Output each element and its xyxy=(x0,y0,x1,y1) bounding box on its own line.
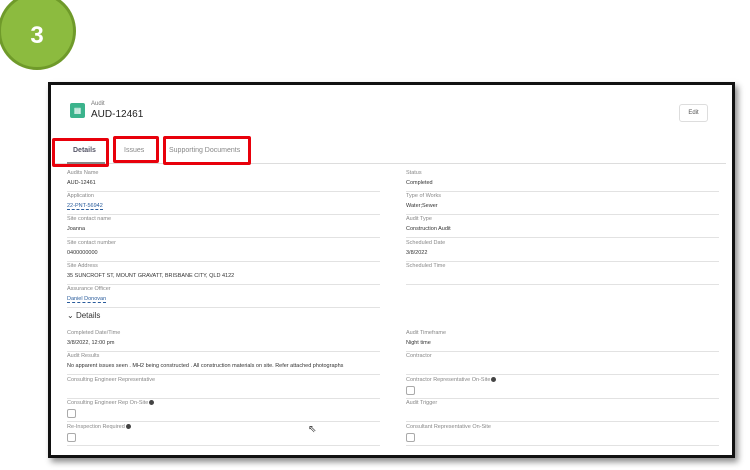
field-value: 0400000000 xyxy=(67,249,98,256)
field-label: Audit Trigger xyxy=(406,400,437,406)
field-label-text: Scheduled Time xyxy=(406,262,446,269)
field-label-text: Consulting Engineer Representative xyxy=(67,376,156,383)
field-re-inspection-required: Re-Inspection Required xyxy=(67,422,380,446)
audit-icon: ▦ xyxy=(70,103,85,118)
field-label-text: Site contact name xyxy=(67,216,112,223)
field-label: Scheduled Date xyxy=(406,240,445,246)
record-title: AUD-12461 xyxy=(91,109,144,120)
field-label-text: Contractor xyxy=(406,353,432,360)
field-value: Water;Sewer xyxy=(406,203,438,210)
info-icon[interactable] xyxy=(125,423,131,429)
field-label-text: Contractor Representative On-Site xyxy=(406,376,491,383)
field-audit-results: Audit Results No apparent issues seen . M… xyxy=(67,351,380,376)
field-value: Joanna xyxy=(67,226,86,233)
field-scheduled-time: Scheduled Time xyxy=(406,261,719,285)
field-value: 3/8/2022 xyxy=(406,249,428,256)
checkbox[interactable] xyxy=(67,432,76,442)
field-value[interactable]: Daniel Donovan xyxy=(67,296,107,303)
field-label-text: Audit Type xyxy=(406,216,432,223)
field-label: Audits Name xyxy=(67,170,99,176)
field-label: Scheduled Time xyxy=(406,263,445,269)
field-label: Re-Inspection Required xyxy=(67,424,131,430)
field-assurance-officer: Assurance Officer Daniel Donovan xyxy=(67,284,380,308)
field-consultant-representative-on-site: Consultant Representative On-Site xyxy=(406,422,719,446)
field-label: Audit Type xyxy=(406,216,432,222)
mouse-cursor-icon: ⇖ xyxy=(308,424,317,435)
step-badge: 3 xyxy=(0,0,76,70)
field-value[interactable]: 22-PNT-56942 xyxy=(67,203,103,211)
field-consulting-engineer-representative: Consulting Engineer Representative xyxy=(67,375,380,399)
field-contractor: Contractor xyxy=(406,351,719,376)
field-label: Consulting Engineer Rep On-Site xyxy=(67,400,155,407)
field-consulting-engineer-rep-on-site: Consulting Engineer Rep On-Site xyxy=(67,398,380,423)
details-section-header[interactable]: ⌄ Details xyxy=(67,311,100,320)
field-label-text: Site Address xyxy=(67,262,98,269)
field-label-text: Status xyxy=(406,170,422,176)
field-label-text: Audit Results xyxy=(67,353,100,360)
field-label-text: Type of Works xyxy=(406,193,442,200)
field-label: Site contact name xyxy=(67,216,111,222)
highlight-supporting-documents xyxy=(163,136,251,165)
field-label: Status xyxy=(406,170,422,176)
field-label: Contractor Representative On-Site xyxy=(406,376,497,383)
field-label: Type of Works xyxy=(406,193,441,199)
field-label: Assurance Officer xyxy=(67,286,111,292)
highlight-issues xyxy=(113,136,159,163)
record-page: ▦ Audit AUD-12461 Edit Details Issues Su… xyxy=(48,82,735,458)
edit-button[interactable]: Edit xyxy=(679,104,708,122)
field-application: Application 22-PNT-56942 xyxy=(67,191,380,216)
field-label-text: Audit Trigger xyxy=(406,400,438,407)
field-label-text: Consulting Engineer Rep On-Site xyxy=(67,400,149,407)
chevron-down-icon: ⌄ xyxy=(67,311,74,320)
checkbox[interactable] xyxy=(406,432,415,442)
field-label: Site contact number xyxy=(67,240,116,246)
field-label-text: Application xyxy=(67,193,94,200)
field-label-text: Scheduled Date xyxy=(406,239,446,246)
field-site-address: Site Address 35 SUNCROFT ST, MOUNT GRAVAT… xyxy=(67,261,380,285)
field-audits-name: Audits Name AUD-12461 xyxy=(67,168,380,192)
field-label-text: Consultant Representative On-Site xyxy=(406,423,491,430)
field-audit-trigger: Audit Trigger xyxy=(406,398,719,423)
field-label: Consulting Engineer Representative xyxy=(67,377,155,383)
tab-bar-divider xyxy=(54,163,726,164)
field-value: Night time xyxy=(406,340,431,346)
field-label: Contractor xyxy=(406,353,432,359)
field-label-text: Completed Date/Time xyxy=(67,330,121,336)
field-label-text: Site contact number xyxy=(67,239,116,246)
highlight-details xyxy=(52,138,109,167)
field-label: Completed Date/Time xyxy=(67,330,120,336)
field-audit-timeframe: Audit Timeframe Night time xyxy=(406,328,719,352)
field-status: Status Completed xyxy=(406,168,719,192)
section-title: Details xyxy=(75,311,101,320)
field-value: No apparent issues seen . MH2 being cons… xyxy=(67,363,344,370)
field-value: 35 SUNCROFT ST, MOUNT GRAVATT, BRISBANE … xyxy=(67,272,235,279)
info-icon[interactable] xyxy=(491,376,497,382)
info-icon[interactable] xyxy=(149,400,155,406)
field-label: Audit Results xyxy=(67,353,99,359)
field-label: Site Address xyxy=(67,263,98,269)
field-completed-date-time: Completed Date/Time 3/8/2022, 12:00 pm xyxy=(67,328,380,352)
field-scheduled-date: Scheduled Date 3/8/2022 xyxy=(406,238,719,262)
field-label-text: Assurance Officer xyxy=(67,286,111,292)
object-type: Audit xyxy=(91,101,105,107)
checkbox[interactable] xyxy=(406,385,415,395)
field-site-contact-name: Site contact name Joanna xyxy=(67,214,380,239)
field-label: Application xyxy=(67,193,94,199)
field-label-text: Audit Timeframe xyxy=(406,330,447,336)
field-type-of-works: Type of Works Water;Sewer xyxy=(406,191,719,216)
field-contractor-representative-on-site: Contractor Representative On-Site xyxy=(406,375,719,399)
field-label: Audit Timeframe xyxy=(406,330,446,336)
field-site-contact-number: Site contact number 0400000000 xyxy=(67,238,380,262)
field-value: Completed xyxy=(406,180,433,186)
field-value: 3/8/2022, 12:00 pm xyxy=(67,340,115,346)
field-audit-type: Audit Type Construction Audit xyxy=(406,214,719,239)
field-label-text: Re-Inspection Required xyxy=(67,423,125,430)
field-label: Consultant Representative On-Site xyxy=(406,424,491,430)
checkbox[interactable] xyxy=(67,409,76,419)
field-value: Construction Audit xyxy=(406,226,451,233)
field-label-text: Audits Name xyxy=(67,170,99,176)
field-value: AUD-12461 xyxy=(67,180,96,186)
